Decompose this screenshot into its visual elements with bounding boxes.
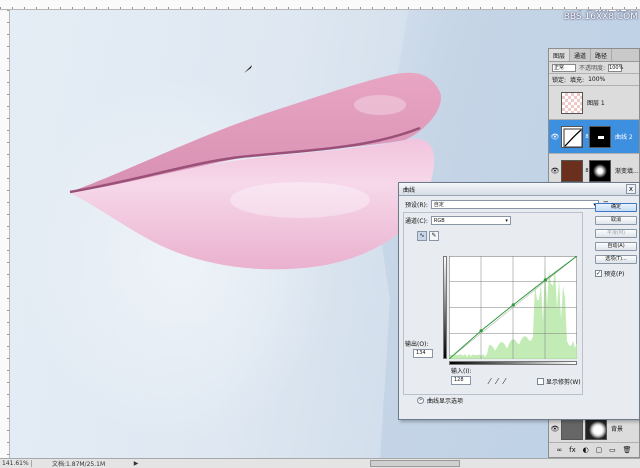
- output-label: 输出(O):: [405, 341, 429, 348]
- preset-label: 预设(R):: [405, 202, 428, 209]
- output-gradient-bar: [443, 256, 447, 359]
- tab-channels[interactable]: 通道: [570, 49, 592, 61]
- curve-control-point[interactable]: [511, 303, 515, 307]
- horizontal-ruler[interactable]: [0, 0, 640, 10]
- fill-label: 填充:: [570, 77, 585, 84]
- layer-row-1[interactable]: 图层 1: [549, 86, 639, 120]
- output-field[interactable]: 134: [413, 349, 433, 358]
- input-field[interactable]: 128: [451, 376, 471, 385]
- smooth-button[interactable]: 平滑(M): [595, 229, 637, 238]
- channel-select[interactable]: RGB ▾: [430, 216, 511, 225]
- preview-checkbox[interactable]: ✓: [595, 270, 602, 277]
- dialog-buttons: 确定 取消 平滑(M) 自动(A) 选项(T)... ✓ 预览(P): [595, 203, 637, 278]
- layer-name: 曲线 2: [615, 134, 633, 141]
- doc-info: 文档:1.87M/25.1M: [52, 461, 106, 468]
- opacity-label: 不透明度:: [579, 65, 606, 72]
- vertical-ruler[interactable]: [0, 10, 10, 458]
- channel-label: 通道(C):: [405, 218, 428, 225]
- link-layers-icon[interactable]: ∞: [556, 446, 562, 454]
- preview-label: 预览(P): [604, 271, 625, 278]
- input-gradient-bar: [449, 361, 577, 365]
- status-bar: 141.61% 文档:1.87M/25.1M ▶: [0, 458, 640, 468]
- display-options-row[interactable]: » 曲线显示选项: [417, 396, 463, 405]
- layers-panel-buttons: ∞ fx ◐ ▢ ▭ 🗑: [549, 443, 639, 457]
- fill-field[interactable]: 100%: [588, 76, 605, 83]
- curves-adjustment-icon: [561, 125, 583, 148]
- layer-name: 背景: [611, 426, 624, 433]
- layer-name: 渐变填...: [615, 168, 639, 175]
- panel-tabs: 图层 通道 路径: [549, 49, 639, 62]
- clipping-checkbox[interactable]: [537, 378, 544, 385]
- layer-name: 图层 1: [587, 100, 605, 107]
- preset-row: 预设(R): 自定 ▾ ☰: [405, 200, 610, 209]
- curve-control-point[interactable]: [543, 278, 547, 282]
- status-menu-arrow-icon[interactable]: ▶: [132, 460, 140, 467]
- new-layer-icon[interactable]: ▭: [609, 446, 616, 454]
- lock-row: 锁定: 填充: 100%: [549, 74, 639, 86]
- dialog-titlebar[interactable]: 曲线 x: [399, 183, 639, 196]
- eyedroppers: ⁄ ⁄ ⁄: [489, 377, 505, 386]
- close-icon[interactable]: x: [626, 184, 636, 194]
- preset-value: 自定: [433, 202, 444, 208]
- layer-mask-thumbnail[interactable]: [589, 125, 611, 148]
- layer-row-curves[interactable]: 👁 8 曲线 2: [549, 120, 639, 154]
- pencil-icon[interactable]: ✎: [429, 231, 439, 241]
- expand-icon[interactable]: »: [417, 397, 424, 404]
- preview-row: ✓ 预览(P): [595, 269, 637, 278]
- gradient-fill-thumbnail: [561, 159, 583, 182]
- input-label: 输入(I):: [451, 368, 472, 375]
- options-button[interactable]: 选项(T)...: [595, 255, 637, 264]
- clipping-label: 显示修剪(W): [546, 379, 581, 386]
- curves-graph[interactable]: [449, 256, 577, 359]
- clipping-row: 显示修剪(W): [537, 377, 581, 386]
- auto-button[interactable]: 自动(A): [595, 242, 637, 251]
- black-eyedropper-icon[interactable]: ⁄: [489, 377, 490, 386]
- blend-mode-select[interactable]: 正常: [552, 63, 576, 72]
- adjustment-layer-icon[interactable]: ◐: [583, 446, 589, 454]
- horizontal-scrollbar[interactable]: [370, 460, 460, 467]
- tab-paths[interactable]: 路径: [591, 49, 613, 61]
- layer-mask-thumbnail[interactable]: [585, 417, 607, 440]
- delete-layer-icon[interactable]: 🗑: [623, 446, 632, 454]
- gray-eyedropper-icon[interactable]: ⁄: [496, 377, 497, 386]
- edit-points-icon[interactable]: ∿: [417, 231, 427, 241]
- display-options-label: 曲线显示选项: [427, 398, 464, 405]
- watermark-url: BBS.16XX8.COM: [563, 12, 638, 22]
- zoom-level[interactable]: 141.61%: [0, 460, 32, 467]
- curves-dialog: 曲线 x 预设(R): 自定 ▾ ☰ 通道(C): RGB ▾ ∿ ✎ 输出(O…: [398, 182, 640, 420]
- channel-row: 通道(C): RGB ▾: [405, 216, 511, 225]
- layers-panel-bottom: 👁 背景 ∞ fx ◐ ▢ ▭ 🗑: [548, 414, 640, 458]
- layer-thumbnail: [561, 91, 583, 114]
- brush-cursor-icon: [244, 65, 252, 73]
- cancel-button[interactable]: 取消: [595, 216, 637, 225]
- layer-options-row: 正常 不透明度: 100%: [549, 62, 639, 74]
- white-eyedropper-icon[interactable]: ⁄: [504, 377, 505, 386]
- curve-control-point[interactable]: [479, 329, 483, 333]
- curve-tools: ∿ ✎: [417, 231, 439, 241]
- channel-value: RGB: [433, 218, 445, 224]
- eye-icon[interactable]: 👁: [549, 425, 561, 433]
- lock-label: 锁定:: [552, 77, 567, 84]
- dialog-title: 曲线: [403, 186, 416, 194]
- eye-icon[interactable]: 👁: [549, 133, 561, 141]
- preset-select[interactable]: 自定 ▾: [430, 200, 599, 209]
- layer-style-icon[interactable]: fx: [569, 446, 576, 454]
- opacity-field[interactable]: 100%: [608, 63, 623, 72]
- ok-button[interactable]: 确定: [595, 203, 637, 212]
- eye-icon[interactable]: 👁: [549, 167, 561, 175]
- layer-thumbnail: [561, 417, 583, 440]
- chevron-down-icon: ▾: [505, 218, 508, 224]
- new-group-icon[interactable]: ▢: [596, 446, 603, 454]
- tab-layers[interactable]: 图层: [549, 49, 571, 61]
- layer-mask-thumbnail[interactable]: [589, 159, 611, 182]
- layers-panel: 图层 通道 路径 正常 不透明度: 100% 锁定: 填充: 100% 图层 1…: [548, 48, 640, 195]
